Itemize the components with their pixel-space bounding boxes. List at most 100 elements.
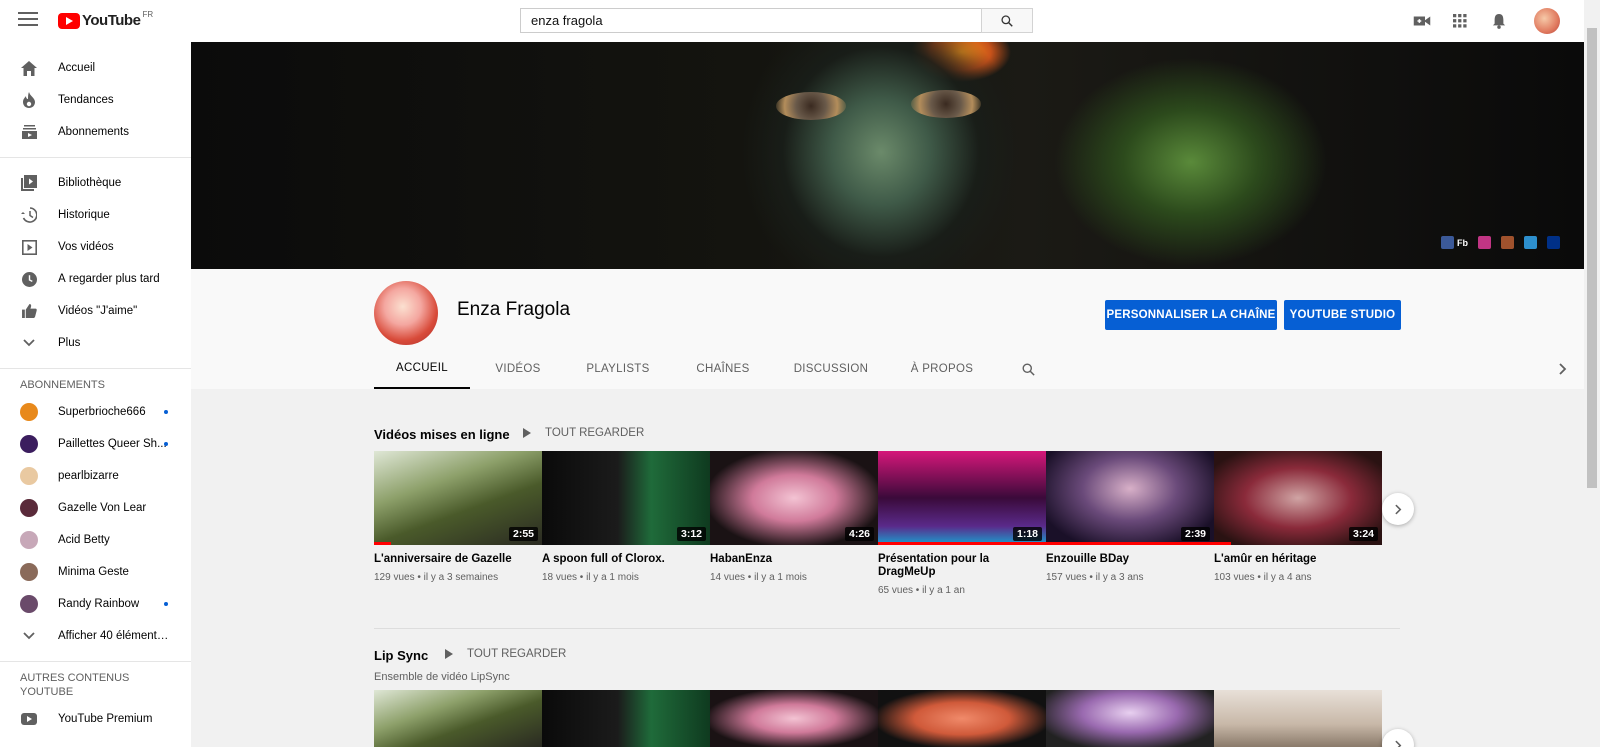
- video-card[interactable]: 4:26 HabanEnza 14 vues • il y a 1 mois: [710, 451, 878, 583]
- tab-channels[interactable]: CHAÎNES: [670, 349, 776, 389]
- sidebar-subscription-item[interactable]: Randy Rainbow: [0, 588, 191, 620]
- youtube-studio-button[interactable]: YOUTUBE STUDIO: [1284, 300, 1401, 330]
- lipsync-row-title[interactable]: Lip Sync: [374, 648, 428, 663]
- video-thumbnail[interactable]: [374, 690, 542, 747]
- sidebar-divider: [0, 157, 191, 158]
- sidebar-subscription-item[interactable]: Paillettes Queer Sh...: [0, 428, 191, 460]
- youtube-logo[interactable]: YouTube FR: [58, 10, 153, 29]
- channel-avatar[interactable]: [374, 281, 438, 345]
- youtube-play-icon: [58, 12, 80, 29]
- sidebar-item-label: Randy Rainbow: [58, 598, 140, 610]
- chevron-right-icon: [1394, 740, 1401, 747]
- tab-videos[interactable]: VIDÉOS: [470, 349, 566, 389]
- video-thumbnail[interactable]: 3:12: [542, 451, 710, 545]
- instagram-icon: [1478, 236, 1491, 249]
- uploads-row-title[interactable]: Vidéos mises en ligne: [374, 427, 510, 442]
- channel-avatar: [20, 403, 38, 421]
- sidebar-item-liked-videos[interactable]: Vidéos "J'aime": [0, 295, 191, 327]
- instagram-link[interactable]: [1478, 236, 1491, 249]
- sidebar-item-youtube-premium[interactable]: YouTube Premium: [0, 703, 191, 735]
- video-thumbnail[interactable]: [1214, 690, 1382, 747]
- sidebar-item-history[interactable]: Historique: [0, 199, 191, 231]
- link-label: Fb: [1457, 237, 1468, 248]
- sidebar-item-label: pearlbizarre: [58, 470, 119, 482]
- profile-icon: [1501, 236, 1514, 249]
- sidebar-subscription-item[interactable]: Minima Geste: [0, 556, 191, 588]
- sidebar-item-library[interactable]: Bibliothèque: [0, 167, 191, 199]
- channel-banner: Fb: [191, 42, 1584, 269]
- tab-about[interactable]: À PROPOS: [886, 349, 998, 389]
- sidebar-item-more[interactable]: Plus: [0, 327, 191, 359]
- lipsync-next-button[interactable]: [1382, 729, 1414, 747]
- tabs-scroll-right-button[interactable]: [1553, 359, 1573, 379]
- video-thumbnail[interactable]: [878, 690, 1046, 747]
- customize-channel-button[interactable]: PERSONNALISER LA CHAÎNE: [1105, 300, 1277, 330]
- channel-avatar: [20, 435, 38, 453]
- video-thumbnail[interactable]: [710, 690, 878, 747]
- video-title[interactable]: A spoon full of Clorox.: [542, 553, 710, 566]
- search-button[interactable]: [981, 8, 1033, 33]
- video-thumbnail[interactable]: 3:24: [1214, 451, 1382, 545]
- lipsync-see-all-button[interactable]: TOUT REGARDER: [445, 648, 566, 660]
- library-icon: [20, 174, 38, 192]
- video-card[interactable]: 2:55 L'anniversaire de Gazelle 129 vues • …: [374, 451, 542, 583]
- video-thumbnail[interactable]: 2:39: [1046, 451, 1214, 545]
- video-thumbnail[interactable]: 4:26: [710, 451, 878, 545]
- video-card[interactable]: 3:12 A spoon full of Clorox. 18 vues • il …: [542, 451, 710, 583]
- channel-avatar: [20, 467, 38, 485]
- scrollbar-thumb[interactable]: [1587, 28, 1597, 488]
- video-card[interactable]: 2:39 Enzouille BDay 157 vues • il y a 3 an…: [1046, 451, 1214, 583]
- channel-header: Enza Fragola PERSONNALISER LA CHAÎNE YOU…: [191, 269, 1584, 389]
- home-icon: [20, 59, 38, 77]
- channel-avatar: [20, 595, 38, 613]
- new-content-dot: [164, 602, 168, 606]
- sidebar-item-label: Bibliothèque: [58, 177, 122, 189]
- masthead: YouTube FR: [0, 0, 1584, 42]
- sidebar-item-label: Superbrioche666: [58, 406, 146, 418]
- sidebar-item-subscriptions[interactable]: Abonnements: [0, 116, 191, 148]
- tab-discussion[interactable]: DISCUSSION: [776, 349, 886, 389]
- sidebar-item-label: Afficher 40 éléments ...: [58, 630, 173, 642]
- sidebar-item-label: Minima Geste: [58, 566, 129, 578]
- paypal-link[interactable]: [1547, 236, 1560, 249]
- clock-icon: [20, 270, 38, 288]
- video-thumbnail[interactable]: [1046, 690, 1214, 747]
- telegram-link[interactable]: [1524, 236, 1537, 249]
- sidebar-item-home[interactable]: Accueil: [0, 52, 191, 84]
- facebook-link[interactable]: Fb: [1441, 236, 1468, 249]
- uploads-next-button[interactable]: [1382, 493, 1414, 525]
- video-title[interactable]: HabanEnza: [710, 553, 878, 566]
- see-all-label: TOUT REGARDER: [545, 427, 645, 439]
- video-card[interactable]: 3:24 L'amûr en héritage 103 vues • il y a …: [1214, 451, 1382, 583]
- history-icon: [20, 206, 38, 224]
- show-more-subscriptions[interactable]: Afficher 40 éléments ...: [0, 620, 191, 652]
- sidebar-subscription-item[interactable]: Gazelle Von Lear: [0, 492, 191, 524]
- sidebar-subscription-item[interactable]: Acid Betty: [0, 524, 191, 556]
- sidebar-subscription-item[interactable]: pearlbizarre: [0, 460, 191, 492]
- video-thumbnail[interactable]: [542, 690, 710, 747]
- video-title[interactable]: Enzouille BDay: [1046, 553, 1214, 566]
- apps-grid-icon[interactable]: [1450, 11, 1470, 31]
- other-content-section-title: AUTRES CONTENUS YOUTUBE: [0, 671, 191, 699]
- video-duration: 3:12: [676, 527, 706, 541]
- tab-playlists[interactable]: PLAYLISTS: [566, 349, 670, 389]
- video-title[interactable]: Présentation pour la DragMeUp: [878, 553, 1046, 579]
- sidebar-item-your-videos[interactable]: Vos vidéos: [0, 231, 191, 263]
- sidebar-subscription-item[interactable]: Superbrioche666: [0, 396, 191, 428]
- video-camera-icon[interactable]: [1412, 11, 1432, 31]
- tab-home[interactable]: ACCUEIL: [374, 349, 470, 389]
- video-thumbnail[interactable]: 2:55: [374, 451, 542, 545]
- sidebar-item-watch-later[interactable]: À regarder plus tard: [0, 263, 191, 295]
- menu-icon[interactable]: [18, 12, 38, 28]
- search-input[interactable]: [520, 8, 982, 33]
- video-thumbnail[interactable]: 1:18: [878, 451, 1046, 545]
- bell-icon[interactable]: [1489, 11, 1509, 31]
- video-card[interactable]: 1:18 Présentation pour la DragMeUp 65 vues…: [878, 451, 1046, 596]
- video-title[interactable]: L'amûr en héritage: [1214, 553, 1382, 566]
- sidebar-item-trending[interactable]: Tendances: [0, 84, 191, 116]
- video-title[interactable]: L'anniversaire de Gazelle: [374, 553, 542, 566]
- profile-link[interactable]: [1501, 236, 1514, 249]
- uploads-see-all-button[interactable]: TOUT REGARDER: [523, 427, 644, 439]
- account-avatar[interactable]: [1534, 8, 1560, 34]
- channel-search-button[interactable]: [998, 349, 1058, 389]
